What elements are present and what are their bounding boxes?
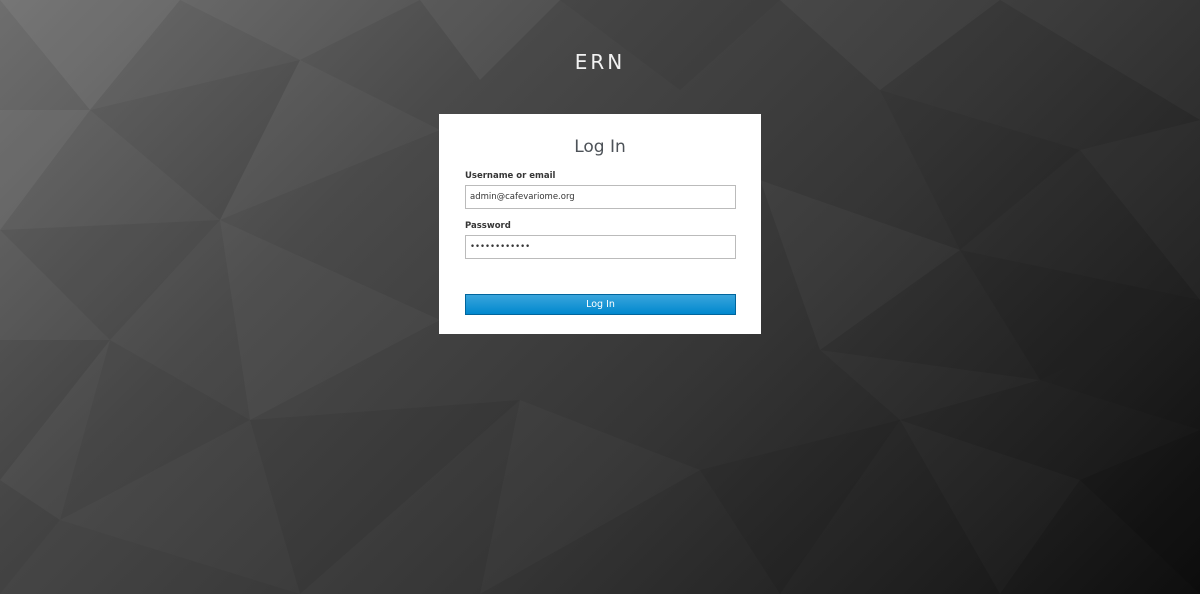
username-input[interactable] <box>465 185 736 209</box>
login-button[interactable]: Log In <box>465 294 736 315</box>
username-label: Username or email <box>465 171 556 181</box>
realm-title: ERN <box>574 50 626 74</box>
password-label: Password <box>465 221 511 231</box>
password-input[interactable] <box>465 235 736 259</box>
login-card: Log In Username or email Password Log In <box>439 114 761 334</box>
login-heading: Log In <box>574 137 626 157</box>
